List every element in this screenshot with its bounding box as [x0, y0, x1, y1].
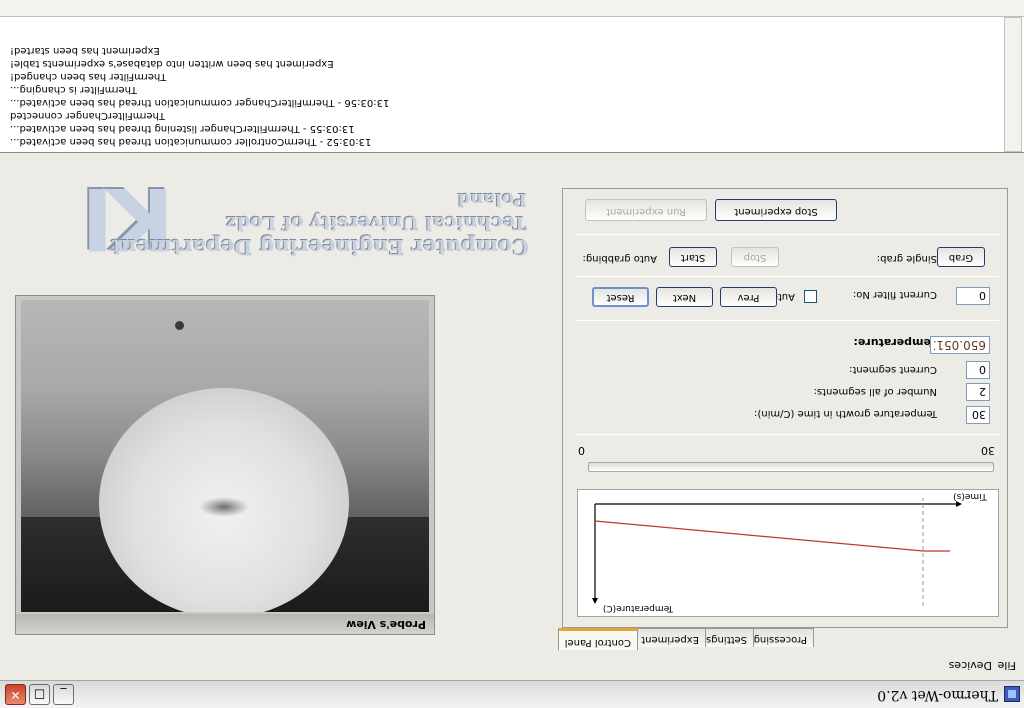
close-button[interactable]: ✕ — [5, 684, 26, 705]
log-line: 13:03:56 - ThermFilterChanger communicat… — [10, 97, 390, 108]
stop-experiment-button[interactable]: Stop experiment — [715, 199, 837, 221]
probe-view-panel: Probe's View — [15, 295, 435, 635]
auto-filter-checkbox[interactable] — [804, 290, 817, 303]
prev-filter-button[interactable]: Prev — [720, 287, 777, 307]
log-line: Experiment has been started! — [10, 45, 160, 56]
logo-line-1: Computer Engineering Department — [111, 235, 529, 260]
graph-y-label: Temperature(C) — [603, 603, 674, 613]
current-segment-input[interactable] — [966, 361, 990, 379]
separator — [575, 234, 999, 235]
separator — [575, 276, 999, 277]
control-panel: Temperature(C) Time(s) 0 30 Temperature … — [562, 188, 1008, 628]
reset-filter-button[interactable]: Reset — [592, 287, 649, 307]
graph-x-arrow — [956, 501, 962, 507]
app-icon — [1004, 686, 1020, 702]
log-vertical-scrollbar[interactable] — [1004, 17, 1022, 152]
app-window: Thermo-Wet v2.0 _ □ ✕ File Devices Proce… — [0, 0, 1024, 708]
start-grabbing-button[interactable]: Start — [669, 247, 717, 267]
logo-line-2: Technical University of Lodz — [226, 212, 527, 234]
slider-max-label: 30 — [981, 444, 995, 457]
probe-particle — [175, 321, 184, 330]
segments-count-label: Number of all segments: — [813, 386, 937, 397]
log-line: ThermFilter has been changed! — [10, 71, 167, 82]
temperature-label: Temperature: — [853, 336, 937, 349]
title-bar[interactable]: Thermo-Wet v2.0 _ □ ✕ — [0, 680, 1024, 708]
stop-grabbing-button[interactable]: Stop — [731, 247, 779, 267]
probe-camera-image — [21, 300, 429, 612]
tab-processing[interactable]: Processing — [746, 628, 814, 647]
current-filter-input[interactable] — [956, 287, 990, 305]
tab-experiment[interactable]: Experiment — [634, 628, 706, 647]
separator — [575, 320, 999, 321]
menu-bar: File Devices — [0, 650, 1024, 680]
graph-y-arrow — [592, 598, 598, 604]
graph-x-label: Time(s) — [953, 491, 988, 501]
log-line: ThermFilter is changing... — [10, 84, 138, 95]
probe-highlight — [199, 497, 249, 517]
log-line: 13:03:52 - ThermController communication… — [10, 136, 372, 147]
auto-grabbing-label: Auto grabbing: — [582, 253, 657, 264]
temperature-growth-input[interactable] — [966, 406, 990, 424]
log-line: ThermFilterChanger connected — [10, 110, 165, 121]
probe-view-caption: Probe's View — [16, 614, 434, 634]
grab-button[interactable]: Grab — [937, 247, 985, 267]
log-horizontal-scrollbar[interactable] — [0, 0, 1024, 17]
log-line: Experiment has been written into databas… — [10, 58, 334, 69]
single-grab-label: Single grab: — [876, 253, 937, 264]
maximize-button[interactable]: □ — [29, 684, 50, 705]
current-segment-label: Current segment: — [849, 364, 937, 375]
temperature-graph: Temperature(C) Time(s) — [577, 489, 999, 617]
slider-min-label: 0 — [578, 444, 585, 457]
logo-line-3: Poland — [457, 189, 527, 210]
tab-settings[interactable]: Settings — [698, 628, 754, 647]
log-lines: 13:03:52 - ThermController communication… — [10, 18, 1000, 148]
temperature-value — [930, 336, 990, 354]
next-filter-button[interactable]: Next — [656, 287, 713, 307]
tab-control-panel[interactable]: Control Panel — [557, 628, 638, 650]
segments-count-input[interactable] — [966, 383, 990, 401]
temperature-growth-label: Temperature growth in time (C/min): — [754, 408, 937, 419]
log-line: 13:03:55 - ThermFilterChanger listening … — [10, 123, 355, 134]
menu-file[interactable]: File — [998, 659, 1016, 672]
minimize-button[interactable]: _ — [53, 684, 74, 705]
run-experiment-button[interactable]: Run experiment — [585, 199, 707, 221]
event-log[interactable]: 13:03:52 - ThermController communication… — [0, 0, 1024, 153]
menu-devices[interactable]: Devices — [949, 659, 992, 672]
separator — [575, 434, 999, 435]
segment-slider[interactable] — [588, 462, 994, 472]
department-logo: KI Computer Engineering Department Techn… — [9, 168, 529, 278]
window-title: Thermo-Wet v2.0 — [877, 687, 998, 703]
temperature-curve — [594, 520, 950, 552]
current-filter-label: Current filter No: — [852, 289, 937, 300]
